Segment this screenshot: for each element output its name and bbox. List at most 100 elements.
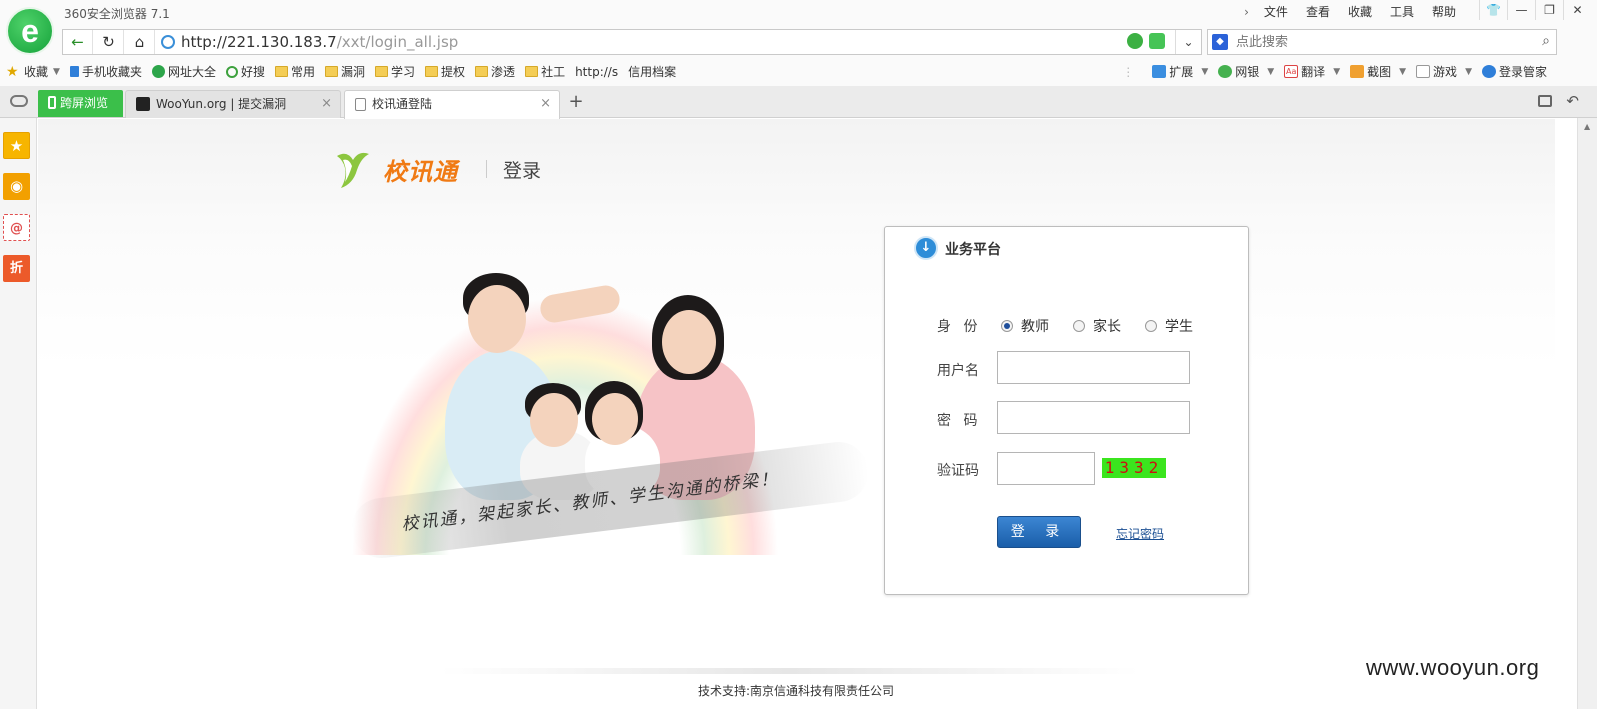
tool-games[interactable]: 游戏 ▼ [1416,63,1472,80]
forgot-password-link[interactable]: 忘记密码 [1116,525,1164,542]
captcha-image[interactable]: 1332 [1102,458,1166,478]
tab-cross-screen[interactable]: 跨屏浏览 [38,90,123,117]
chevron-down-icon[interactable]: ▼ [1267,67,1274,77]
tab-wooyun[interactable]: WooYun.org | 提交漏洞 × [125,90,341,118]
login-panel: ↓ 业务平台 身 份 教师 家长 学生 用户名 密 码 验证码 1332 登 录… [884,226,1249,595]
search-box: ◆ ⌕ [1207,29,1557,55]
close-icon[interactable]: × [321,91,332,117]
identity-radio-group: 教师 家长 学生 [1001,316,1217,336]
fav-folder-study[interactable]: 学习 [375,63,415,80]
footer-divider [440,668,1140,674]
extension-icon [1152,65,1167,78]
radio-button[interactable] [1073,320,1085,332]
fav-folder-common[interactable]: 常用 [274,63,315,80]
fav-label: 学习 [391,65,416,79]
tool-login-manager[interactable]: 登录管家 [1481,63,1547,80]
search-input[interactable] [1236,32,1526,52]
plus-icon [151,65,165,78]
weibo-icon[interactable]: ◉ [3,173,30,200]
fav-folder-social[interactable]: 社工 [525,63,565,80]
chevron-down-icon[interactable]: ▼ [1201,67,1208,77]
fav-item-sites[interactable]: 网址大全 [151,63,216,80]
cloud-icon[interactable] [10,95,28,107]
mail-icon[interactable]: @ [3,214,30,241]
menu-view[interactable]: 查看 [1297,3,1339,21]
chevron-down-icon[interactable]: ▼ [1333,67,1340,77]
fav-folder-privesc[interactable]: 提权 [425,63,465,80]
chevron-down-icon[interactable]: ▼ [1399,67,1406,77]
window-title: 360安全浏览器 7.1 [64,7,170,21]
radio-student[interactable]: 学生 [1145,316,1193,336]
tab-label: 校讯通登陆 [372,97,433,111]
password-field[interactable] [997,401,1190,434]
captcha-label: 验证码 [937,463,979,479]
screenshot-icon [1350,65,1365,78]
scrollbar[interactable]: ▲ [1577,118,1597,709]
star-icon: ★ [6,63,19,80]
favorites-star-icon[interactable]: ★ [3,132,30,159]
sidebar: ★ ◉ @ 折 [0,118,37,709]
fav-item-credit[interactable]: 信用档案 [44,63,677,194]
girl-face [592,393,638,445]
menu-tools[interactable]: 工具 [1381,3,1423,21]
speed-mode-icon[interactable] [1127,33,1143,49]
browser-logo-icon[interactable]: e [6,7,54,55]
chevron-down-icon[interactable]: ▼ [1465,67,1472,77]
discount-icon[interactable]: 折 [3,255,30,282]
menu-file[interactable]: 文件 [1255,3,1297,21]
restore-tabs-icon[interactable] [1538,95,1553,107]
radio-button-checked[interactable] [1001,320,1013,332]
address-bar[interactable]: ← ↻ ⌂ http://221.130.183.7/xxt/login_all… [62,29,1202,55]
radio-button[interactable] [1145,320,1157,332]
tool-extensions[interactable]: 扩展 ▼ [1152,63,1208,80]
undo-icon[interactable]: ↶ [1566,94,1579,109]
radio-teacher[interactable]: 教师 [1001,316,1049,336]
tab-xxt-login[interactable]: 校讯通登陆 × [344,90,560,119]
leaf-icon[interactable] [1149,33,1165,49]
chevron-down-icon[interactable]: ⌄ [1175,30,1201,54]
fav-folder-vuln[interactable]: 漏洞 [325,63,365,80]
skin-icon[interactable]: 👕 [1479,0,1507,20]
menu-help[interactable]: 帮助 [1423,3,1465,21]
tab-label: 跨屏浏览 [60,96,109,110]
bank-icon [1218,65,1233,78]
watermark: www.wooyun.org [1366,655,1540,680]
favorites-menu[interactable]: ★ 收藏 ▼ [6,63,60,80]
search-icon[interactable]: ⌕ [1542,33,1550,49]
captcha-field[interactable] [997,452,1095,485]
fav-item-mobile[interactable]: 手机收藏夹 [69,63,142,80]
scroll-up-icon[interactable]: ▲ [1584,122,1590,131]
brand-name: 校讯通 [383,158,458,186]
tool-screenshot[interactable]: 截图 ▼ [1350,63,1406,80]
toolbar-separator: ⋮ [1122,64,1135,79]
fav-folder-pentest[interactable]: 渗透 [475,63,515,80]
home-icon[interactable]: ⌂ [125,30,155,54]
new-tab-plus-icon[interactable]: + [566,92,586,114]
baidu-paw-icon[interactable]: ◆ [1212,34,1228,50]
chevron-down-icon[interactable]: ▼ [53,67,60,77]
fav-item-haosou[interactable]: 好搜 [225,63,265,80]
tool-translate[interactable]: Aa 翻译 ▼ [1284,63,1340,80]
close-button[interactable]: ✕ [1563,0,1591,20]
search-circle-icon [225,65,238,78]
menu-favorites[interactable]: 收藏 [1339,3,1381,21]
browser-titlebar: 360安全浏览器 7.1 › 文件 查看 收藏 工具 帮助 👕 — ❐ ✕ [0,0,1597,26]
minimize-button[interactable]: — [1507,0,1535,20]
refresh-icon[interactable]: ↻ [94,30,124,54]
fav-item-link[interactable]: http://s [44,65,618,194]
close-icon[interactable]: × [540,91,551,117]
tool-bank[interactable]: 网银 ▼ [1218,63,1274,80]
tool-label: 游戏 [1433,65,1458,79]
back-arrow-icon[interactable]: ← [63,30,93,54]
login-button[interactable]: 登 录 [997,516,1081,548]
radio-label: 学生 [1165,319,1193,335]
hero-illustration: 校讯通，架起家长、教师、学生沟通的桥梁！ [310,255,872,565]
url-text[interactable]: http://221.130.183.7/xxt/login_all.jsp [181,33,458,51]
radio-parent[interactable]: 家长 [1073,316,1121,336]
username-field[interactable] [997,351,1190,384]
fav-label: 信用档案 [628,65,677,79]
maximize-button[interactable]: ❐ [1535,0,1563,20]
chevron-right-icon[interactable]: › [1238,3,1255,21]
url-path: /xxt/login_all.jsp [336,33,459,51]
page-icon [355,98,366,111]
